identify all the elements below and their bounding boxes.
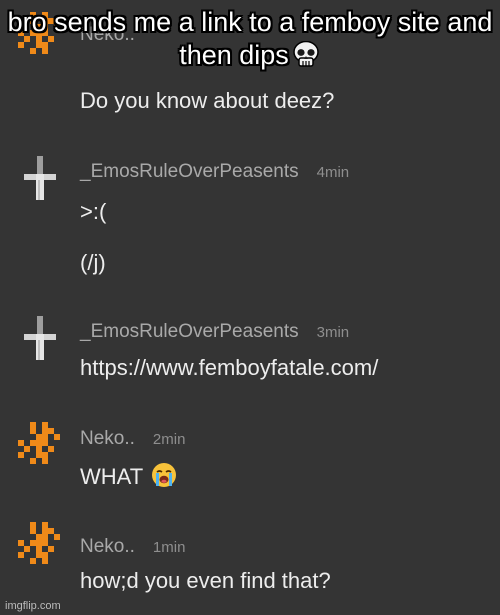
username-text: _EmosRuleOverPeasents [80,321,299,342]
username[interactable]: Neko.. 2min [80,428,185,450]
link-text[interactable]: https://www.femboyfatale.com/ [80,355,378,381]
username-text: _EmosRuleOverPeasents [80,161,299,182]
message-text: >:( [80,199,107,224]
skull-emoji-icon [291,40,321,67]
loudly-crying-emoji-icon [151,462,177,488]
message-text: (/j) [80,250,106,275]
timestamp: 3min [316,324,350,341]
meme-caption-text: bro sends me a link to a femboy site and… [7,7,493,70]
username[interactable]: Neko.. 1min [80,536,185,558]
meme-caption: bro sends me a link to a femboy site and… [0,6,500,72]
username[interactable]: _EmosRuleOverPeasents 3min [80,321,349,343]
username-text: Neko.. [80,428,135,449]
message-text: WHAT [80,462,177,490]
username[interactable]: _EmosRuleOverPeasents 4min [80,161,349,183]
username-text: Neko.. [80,536,135,557]
message-text-body: WHAT [80,464,144,489]
white-inverted-cross-avatar-icon[interactable] [16,314,64,362]
orange-pixel-cross-avatar-icon[interactable] [16,520,64,568]
timestamp: 2min [152,431,186,448]
message-text: Do you know about deez? [80,88,335,113]
orange-pixel-cross-avatar-icon[interactable] [16,420,64,468]
message-text: how;d you even find that? [80,568,331,593]
timestamp: 1min [152,539,186,556]
white-inverted-cross-avatar-icon[interactable] [16,154,64,202]
timestamp: 4min [316,164,350,181]
imgflip-watermark: imgflip.com [5,600,61,612]
